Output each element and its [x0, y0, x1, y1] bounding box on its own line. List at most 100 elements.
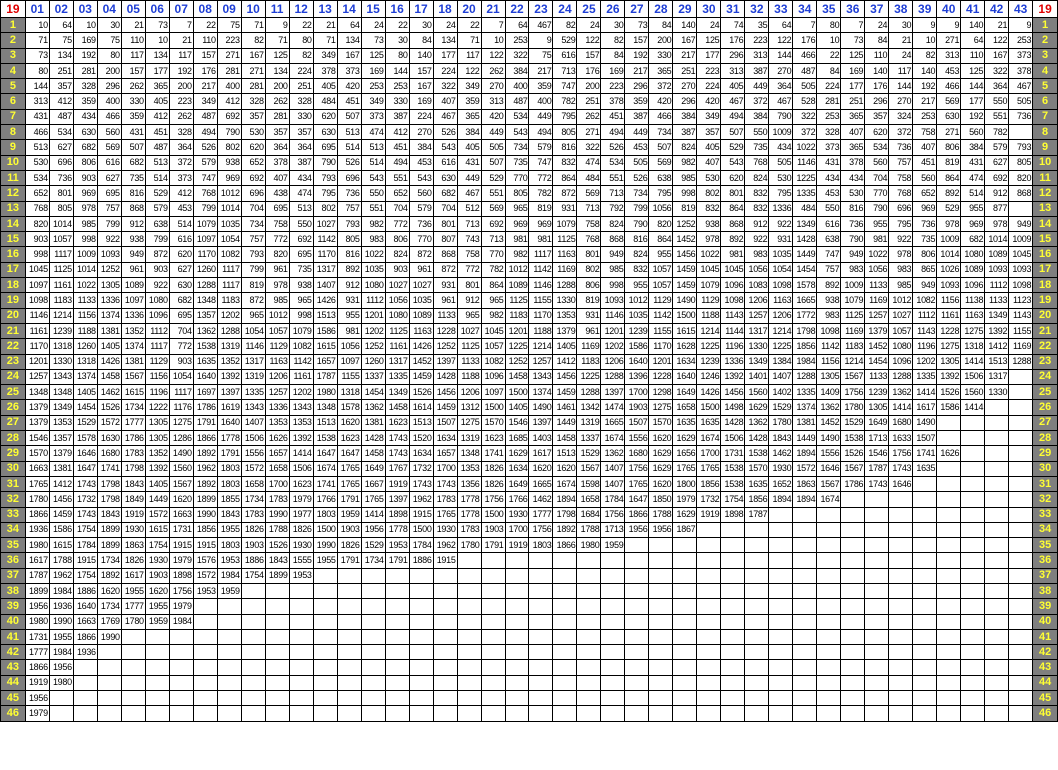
value-cell: 1766 — [312, 491, 338, 508]
value-cell: 961 — [120, 261, 146, 279]
value-cell — [816, 552, 842, 569]
value-cell: 110 — [192, 32, 218, 49]
value-cell: 1787 — [312, 368, 338, 386]
table-row: 24 1257 1343 1374 1458 1567 1156 1054 1640 1392 13… — [0, 368, 1058, 386]
value-cell — [408, 674, 434, 692]
value-cell — [720, 628, 746, 646]
value-cell: 978 — [936, 215, 962, 233]
value-cell — [696, 705, 722, 722]
value-cell: 1955 — [120, 582, 146, 600]
value-cell — [384, 674, 410, 692]
value-cell: 21 — [120, 16, 146, 34]
value-cell: 1225 — [504, 338, 530, 355]
value-cell: 704 — [432, 200, 458, 217]
value-cell: 1529 — [360, 537, 386, 554]
value-cell: 364 — [288, 139, 314, 156]
value-cell: 543 — [408, 169, 434, 187]
value-cell: 1572 — [96, 414, 122, 432]
table-row: 36 1617 1788 1915 1734 1826 1930 1979 1576 1953 18… — [0, 552, 1058, 569]
value-cell: 73 — [144, 16, 170, 34]
value-cell: 1980 — [48, 674, 74, 692]
value-cell: 1899 — [264, 567, 290, 584]
value-cell: 1343 — [528, 368, 554, 386]
value-cell: 1202 — [216, 307, 242, 324]
value-cell: 1567 — [576, 460, 602, 477]
value-cell: 630 — [72, 124, 98, 141]
value-cell: 1979 — [168, 552, 194, 569]
value-cell: 1392 — [216, 368, 242, 386]
value-cell: 330 — [288, 108, 314, 126]
value-cell: 1155 — [336, 368, 362, 386]
value-cell: 802 — [576, 261, 602, 279]
value-cell: 144 — [384, 62, 410, 80]
value-cell: 820 — [648, 215, 674, 233]
value-cell: 64 — [768, 16, 794, 34]
value-cell: 1506 — [720, 430, 746, 447]
value-cell: 271 — [936, 32, 962, 49]
value-cell — [288, 628, 314, 646]
value-cell: 1257 — [264, 384, 290, 401]
value-cell: 407 — [432, 93, 458, 110]
column-header: 14 — [336, 0, 362, 18]
value-cell: 736 — [408, 215, 434, 233]
value-cell: 1506 — [960, 368, 986, 386]
value-cell: 10 — [144, 32, 170, 49]
value-cell: 431 — [120, 124, 146, 141]
table-row: 44 1919 1980 44 — [0, 674, 1058, 692]
value-cell — [1008, 368, 1034, 386]
value-cell: 1765 — [672, 460, 698, 477]
value-cell — [240, 690, 266, 707]
value-cell: 449 — [744, 78, 770, 95]
table-row: 19 1098 1183 1133 1336 1097 1080 682 1348 1183 872… — [0, 292, 1058, 309]
value-cell: 682 — [168, 292, 194, 309]
value-cell: 1953 — [216, 552, 242, 569]
value-cell: 790 — [624, 215, 650, 233]
value-cell: 1915 — [192, 537, 218, 554]
value-cell: 1855 — [216, 491, 242, 508]
value-cell: 1617 — [912, 399, 938, 416]
value-cell: 560 — [912, 169, 938, 187]
value-cell: 1826 — [120, 552, 146, 569]
value-cell: 1513 — [552, 445, 578, 462]
value-cell — [648, 644, 674, 661]
value-cell: 551 — [384, 169, 410, 187]
value-cell: 1348 — [48, 384, 74, 401]
row-number-right: 45 — [1032, 690, 1058, 707]
value-cell: 1658 — [240, 475, 266, 493]
value-cell: 1640 — [72, 598, 98, 615]
value-cell: 24 — [432, 16, 458, 34]
value-cell — [864, 491, 890, 508]
value-cell: 1336 — [120, 307, 146, 324]
value-cell: 1138 — [960, 292, 986, 309]
value-cell: 1791 — [384, 552, 410, 569]
value-cell: 1754 — [720, 491, 746, 508]
value-cell: 1886 — [408, 552, 434, 569]
value-cell — [864, 613, 890, 630]
value-cell: 550 — [288, 215, 314, 233]
value-cell: 1022 — [72, 277, 98, 294]
value-cell: 530 — [768, 169, 794, 187]
value-cell: 1765 — [624, 475, 650, 493]
value-cell: 467 — [456, 185, 482, 202]
value-cell: 772 — [168, 338, 194, 355]
value-cell — [744, 674, 770, 692]
value-cell — [912, 537, 938, 554]
value-cell — [816, 705, 842, 722]
value-cell — [984, 659, 1010, 676]
value-cell: 734 — [504, 139, 530, 156]
value-cell: 1125 — [456, 338, 482, 355]
value-cell — [600, 659, 626, 676]
value-cell: 1142 — [816, 338, 842, 355]
value-cell: 365 — [648, 62, 674, 80]
value-cell: 799 — [624, 200, 650, 217]
value-cell — [1008, 491, 1034, 508]
value-cell: 864 — [648, 231, 674, 248]
column-header: 13 — [312, 0, 338, 18]
value-cell: 938 — [816, 292, 842, 309]
value-cell — [1008, 690, 1034, 707]
column-header: 15 — [360, 0, 386, 18]
value-cell: 1426 — [96, 353, 122, 370]
value-cell: 1201 — [360, 307, 386, 324]
value-cell — [888, 644, 914, 661]
value-cell: 529 — [720, 139, 746, 156]
